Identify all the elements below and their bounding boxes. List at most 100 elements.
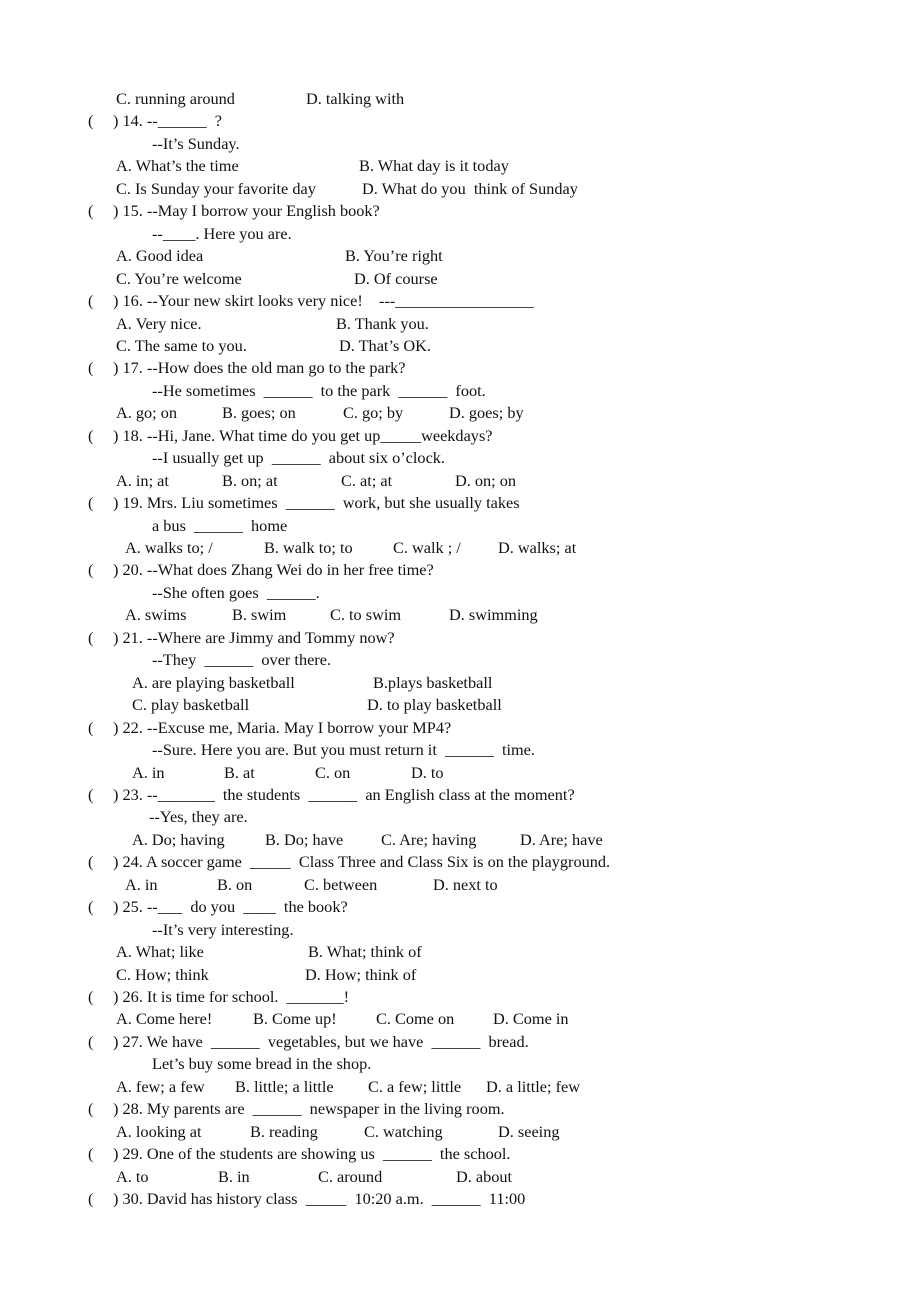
option-A: A. What; like bbox=[116, 942, 204, 962]
question-text: ) 21. --Where are Jimmy and Tommy now? bbox=[113, 627, 395, 647]
option-B: B.plays basketball bbox=[373, 672, 493, 692]
option-C: C. walk ; / bbox=[393, 538, 461, 557]
option-B: D. to play basketball bbox=[367, 695, 502, 715]
option-B: B. What day is it today bbox=[359, 156, 509, 176]
option-B: B. swim bbox=[232, 605, 287, 625]
answer-bracket-open: ( bbox=[88, 1099, 94, 1119]
option-D: D. Are; have bbox=[520, 829, 603, 849]
answer-text: --Sure. Here you are. But you must retur… bbox=[152, 740, 535, 760]
answer-bracket-open: ( bbox=[88, 358, 94, 378]
answer-text: --It’s very interesting. bbox=[152, 919, 294, 939]
answer-bracket-open: ( bbox=[88, 784, 94, 804]
option-B: B. Thank you. bbox=[336, 313, 429, 333]
question-text: ) 15. --May I borrow your English book? bbox=[113, 201, 380, 221]
question-text: ) 25. --___ do you ____ the book? bbox=[113, 897, 348, 917]
option-B: B. in bbox=[218, 1166, 250, 1186]
option-B: B. You’re right bbox=[345, 246, 443, 266]
option-C: C. go; by bbox=[343, 403, 404, 423]
option-B: D. What do you think of Sunday bbox=[362, 178, 578, 198]
answer-bracket-open: ( bbox=[88, 111, 94, 131]
option-D: D. Come in bbox=[493, 1009, 569, 1029]
option-A: C. play basketball bbox=[132, 695, 250, 715]
question-text: ) 29. One of the students are showing us… bbox=[113, 1144, 511, 1164]
option-C: C. to swim bbox=[330, 605, 402, 625]
option-A: A. go; on bbox=[116, 403, 178, 423]
answer-text: --Yes, they are. bbox=[149, 807, 248, 827]
option-B: B. walk to; to bbox=[264, 538, 353, 557]
answer-bracket-open: ( bbox=[88, 897, 94, 917]
option-B: B. Come up! bbox=[253, 1009, 337, 1029]
answer-text: --____. Here you are. bbox=[152, 223, 292, 243]
option-B: B. What; think of bbox=[308, 942, 422, 962]
question-text: ) 22. --Excuse me, Maria. May I borrow y… bbox=[113, 717, 452, 737]
question-text: ) 24. A soccer game _____ Class Three an… bbox=[113, 852, 611, 872]
answer-bracket-open: ( bbox=[88, 1144, 94, 1164]
option-A: A. in bbox=[132, 762, 165, 782]
answer-bracket-open: ( bbox=[88, 1189, 94, 1209]
option-C: C. a few; little bbox=[368, 1076, 462, 1096]
option-C: C. Come on bbox=[376, 1009, 455, 1029]
option-A: A. Do; having bbox=[132, 829, 225, 849]
answer-text: --She often goes ______. bbox=[152, 582, 320, 602]
option-B: B. on; at bbox=[222, 470, 278, 490]
answer-text: a bus ______ home bbox=[152, 515, 288, 535]
question-text: ) 16. --Your new skirt looks very nice! … bbox=[113, 291, 534, 311]
question-text: ) 17. --How does the old man go to the p… bbox=[113, 358, 406, 378]
option-C: C. watching bbox=[364, 1121, 443, 1141]
option-B: B. Do; have bbox=[265, 829, 344, 849]
option-B: D. talking with bbox=[306, 89, 405, 108]
option-D: D. about bbox=[456, 1166, 513, 1186]
question-text: ) 20. --What does Zhang Wei do in her fr… bbox=[113, 560, 434, 580]
option-A: A. Good idea bbox=[116, 246, 204, 266]
option-A: A. Come here! bbox=[116, 1009, 213, 1029]
option-A: A. Very nice. bbox=[116, 313, 202, 333]
option-B: B. on bbox=[217, 874, 253, 894]
option-B: B. little; a little bbox=[235, 1076, 334, 1096]
question-text: ) 18. --Hi, Jane. What time do you get u… bbox=[113, 425, 493, 445]
answer-bracket-open: ( bbox=[88, 291, 94, 311]
answer-bracket-open: ( bbox=[88, 1031, 94, 1051]
option-D: D. seeing bbox=[498, 1121, 560, 1141]
option-A: C. Is Sunday your favorite day bbox=[116, 178, 316, 198]
option-A: A. are playing basketball bbox=[132, 672, 295, 692]
option-D: D. goes; by bbox=[449, 403, 524, 423]
option-B: D. How; think of bbox=[305, 964, 417, 984]
option-A: A. looking at bbox=[116, 1121, 202, 1141]
answer-bracket-open: ( bbox=[88, 852, 94, 872]
option-B: D. That’s OK. bbox=[339, 335, 431, 355]
question-text: ) 30. David has history class _____ 10:2… bbox=[113, 1189, 526, 1209]
option-A: C. running around bbox=[116, 89, 235, 108]
option-A: A. in; at bbox=[116, 470, 169, 490]
option-C: C. between bbox=[304, 874, 378, 894]
option-B: B. reading bbox=[250, 1121, 318, 1141]
answer-bracket-open: ( bbox=[88, 493, 94, 513]
option-A: A. What’s the time bbox=[116, 156, 239, 176]
option-A: C. The same to you. bbox=[116, 335, 247, 355]
question-text: ) 28. My parents are ______ newspaper in… bbox=[113, 1099, 505, 1119]
answer-bracket-open: ( bbox=[88, 560, 94, 580]
question-text: ) 14. --______ ? bbox=[113, 111, 222, 131]
option-A: A. in bbox=[125, 874, 158, 894]
question-text: ) 23. --_______ the students ______ an E… bbox=[113, 784, 575, 804]
option-A: A. few; a few bbox=[116, 1076, 205, 1096]
option-D: D. next to bbox=[433, 874, 498, 894]
option-C: C. at; at bbox=[341, 470, 393, 490]
question-text: ) 26. It is time for school. _______! bbox=[113, 987, 350, 1006]
answer-text: --I usually get up ______ about six o’cl… bbox=[152, 448, 446, 468]
answer-bracket-open: ( bbox=[88, 627, 94, 647]
option-B: D. Of course bbox=[354, 268, 438, 288]
answer-text: --They ______ over there. bbox=[152, 650, 332, 670]
answer-bracket-open: ( bbox=[88, 425, 94, 445]
option-B: B. goes; on bbox=[222, 403, 296, 423]
option-B: B. at bbox=[224, 762, 255, 782]
option-A: A. swims bbox=[125, 605, 187, 625]
option-D: D. walks; at bbox=[498, 538, 577, 557]
option-A: C. How; think bbox=[116, 964, 209, 984]
option-A: C. You’re welcome bbox=[116, 268, 242, 288]
answer-text: --It’s Sunday. bbox=[152, 133, 240, 153]
option-C: C. on bbox=[315, 762, 351, 782]
option-D: D. on; on bbox=[455, 470, 517, 490]
question-text: ) 19. Mrs. Liu sometimes ______ work, bu… bbox=[113, 493, 520, 513]
option-A: A. walks to; / bbox=[125, 538, 213, 557]
option-D: D. swimming bbox=[449, 605, 538, 625]
